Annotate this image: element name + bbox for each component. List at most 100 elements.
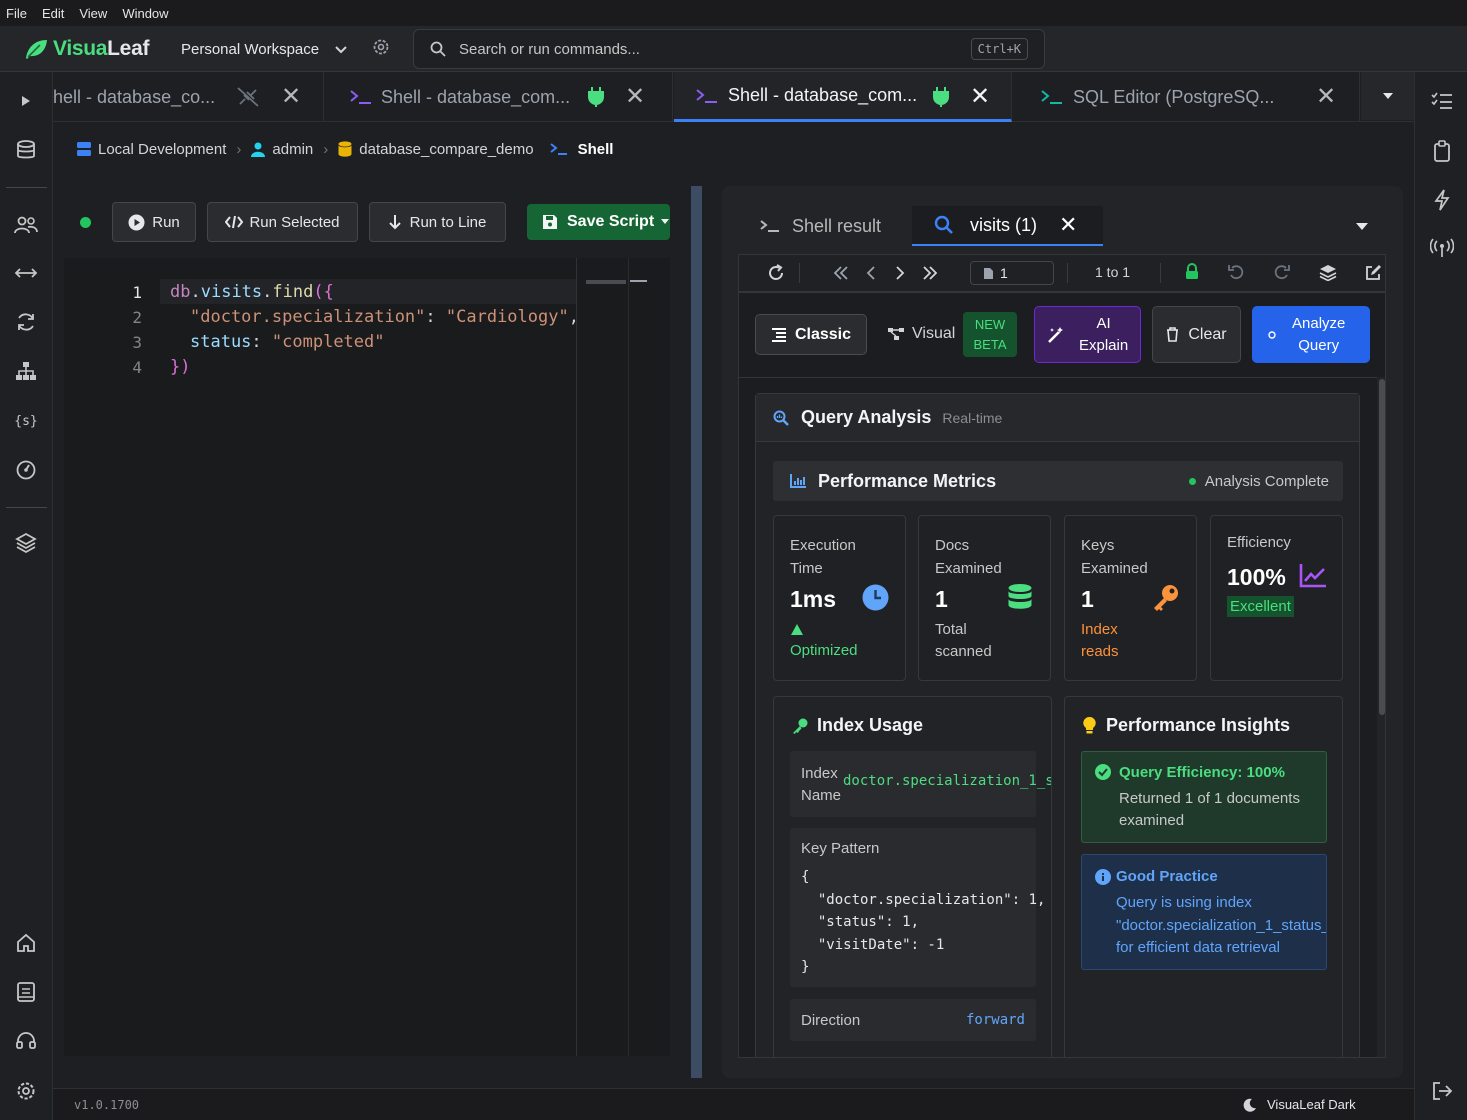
breadcrumb: Local Development › admin › database_com… <box>53 122 1414 176</box>
tab-shell-2[interactable]: Shell - database_com... ✕ <box>325 72 673 122</box>
metric-label-line: Docs <box>935 537 970 554</box>
user-icon <box>251 142 266 157</box>
run-button[interactable]: Run <box>112 202 196 242</box>
list-icon <box>771 327 786 342</box>
expand-icon[interactable] <box>13 88 39 114</box>
ai-label-2: Explain <box>1079 336 1129 354</box>
last-page-icon[interactable] <box>922 266 938 280</box>
page-number-input[interactable]: 1 <box>970 261 1054 285</box>
metric-note-line: Total <box>935 621 967 638</box>
database-icon <box>338 141 352 157</box>
search-placeholder: Search or run commands... <box>459 40 640 58</box>
tab-label: Shell - database_com... <box>381 86 571 107</box>
tab-sql-editor[interactable]: SQL Editor (PostgreSQ... ✕ <box>1013 72 1360 122</box>
results-menu-caret[interactable] <box>1356 223 1368 230</box>
workspace-selector[interactable]: Personal Workspace <box>181 41 347 58</box>
undo-icon[interactable] <box>1228 264 1245 281</box>
metric-note: Optimized <box>790 642 858 659</box>
refresh-icon[interactable] <box>767 264 785 282</box>
results-toolbar: 1 1 to 1 <box>738 254 1386 292</box>
run-to-line-button[interactable]: Run to Line <box>369 202 506 242</box>
tab-visits-result[interactable]: visits (1) ✕ <box>912 206 1103 246</box>
tab-shell-1[interactable]: hell - database_co... ✕ <box>53 72 324 122</box>
logout-icon[interactable] <box>1429 1078 1455 1104</box>
crumb-connection[interactable]: Local Development <box>98 141 226 158</box>
crumb-database[interactable]: database_compare_demo <box>359 141 533 158</box>
menu-edit[interactable]: Edit <box>42 6 64 21</box>
key-icon <box>1154 585 1178 611</box>
prev-page-icon[interactable] <box>866 266 876 280</box>
tab-shell-active[interactable]: Shell - database_com... ✕ <box>674 72 1012 122</box>
json-schema-icon[interactable]: {s} <box>13 408 39 434</box>
code-editor[interactable]: 1 2 3 4 db.visits.find({ "doctor.special… <box>64 258 670 1056</box>
redo-icon[interactable] <box>1273 264 1290 281</box>
clipboard-icon[interactable] <box>1429 138 1455 164</box>
lock-icon[interactable] <box>1185 263 1199 280</box>
run-selected-button[interactable]: Run Selected <box>207 202 358 242</box>
compare-arrows-icon[interactable] <box>13 260 39 286</box>
code-line-2: "doctor.specialization": "Cardiology", <box>190 307 579 327</box>
crumb-user[interactable]: admin <box>272 141 313 158</box>
home-icon[interactable] <box>13 930 39 956</box>
support-headset-icon[interactable] <box>13 1028 39 1054</box>
scrollbar-thumb[interactable] <box>1379 379 1385 715</box>
settings-icon[interactable] <box>13 1078 39 1104</box>
query-analysis-title: Query Analysis <box>801 407 932 427</box>
users-icon[interactable] <box>13 212 39 238</box>
tab-overflow-button[interactable] <box>1361 72 1414 120</box>
tab-shell-result[interactable]: Shell result <box>760 206 881 246</box>
database-icon[interactable] <box>13 137 39 163</box>
layers-icon[interactable] <box>1319 264 1337 281</box>
theme-switcher[interactable]: VisuaLeaf Dark <box>1243 1097 1356 1112</box>
panel-splitter[interactable] <box>691 186 702 1078</box>
menu-file[interactable]: File <box>6 6 27 21</box>
tab-label: Shell - database_com... <box>728 85 918 105</box>
disconnected-plug-icon <box>237 87 259 107</box>
gear-icon[interactable] <box>371 37 391 57</box>
close-icon[interactable]: ✕ <box>1316 82 1336 111</box>
text-line: "doctor.specialization_1_status_1_vi <box>1116 916 1326 934</box>
next-page-icon[interactable] <box>895 266 905 280</box>
lightning-icon[interactable] <box>1429 187 1455 213</box>
close-icon[interactable]: ✕ <box>1059 212 1077 238</box>
terminal-icon <box>696 88 717 103</box>
metric-value: 1 <box>935 586 948 612</box>
first-page-icon[interactable] <box>833 266 849 280</box>
menu-window[interactable]: Window <box>122 6 168 21</box>
schema-tree-icon[interactable] <box>13 358 39 384</box>
analyze-query-button[interactable]: Analyze Query <box>1252 306 1370 363</box>
code-token: : <box>425 307 446 327</box>
menu-view[interactable]: View <box>79 6 107 21</box>
metric-note-line: reads <box>1081 643 1119 660</box>
layers-icon[interactable] <box>13 530 39 556</box>
performance-gauge-icon[interactable] <box>13 457 39 483</box>
close-icon[interactable]: ✕ <box>625 82 645 111</box>
checklist-icon[interactable] <box>1429 88 1455 114</box>
code-token: "Cardiology" <box>445 307 569 327</box>
clear-button[interactable]: Clear <box>1152 306 1241 363</box>
section-divider <box>739 377 1385 378</box>
close-icon[interactable]: ✕ <box>970 82 990 111</box>
caret-down-icon[interactable] <box>661 219 669 225</box>
magic-wand-icon <box>1048 326 1063 343</box>
key-pattern-code: { "doctor.specialization": 1, "status": … <box>801 866 1045 979</box>
command-search[interactable]: Search or run commands... Ctrl+K <box>413 29 1045 69</box>
metric-label-line: Keys <box>1081 537 1115 554</box>
metric-label-line: Examined <box>1081 560 1148 577</box>
minimap-slider[interactable] <box>630 280 647 282</box>
broadcast-icon[interactable] <box>1429 235 1455 261</box>
save-script-button[interactable]: Save Script <box>527 204 670 240</box>
analysis-status-label: Analysis Complete <box>1204 472 1329 490</box>
sync-icon[interactable] <box>13 309 39 335</box>
ai-explain-button[interactable]: AI Explain <box>1034 306 1141 363</box>
sidebar-divider <box>6 187 47 188</box>
classic-view-button[interactable]: Classic <box>755 314 867 355</box>
toolbar-divider <box>1160 263 1161 283</box>
visual-view-button[interactable]: Visual <box>888 325 955 343</box>
edit-icon[interactable] <box>1365 264 1382 281</box>
minimap-border <box>628 258 629 1056</box>
code-token: , <box>568 307 579 327</box>
metric-label: Execution Time <box>790 534 856 580</box>
close-icon[interactable]: ✕ <box>281 82 301 111</box>
docs-icon[interactable] <box>13 979 39 1005</box>
